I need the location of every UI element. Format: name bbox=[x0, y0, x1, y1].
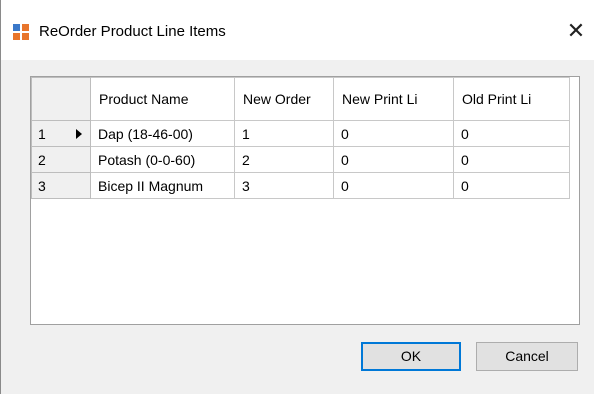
current-row-arrow-icon bbox=[76, 129, 82, 139]
table-row[interactable]: 2 Potash (0-0-60) 2 0 0 bbox=[31, 146, 570, 173]
cell-new-order[interactable]: 3 bbox=[234, 172, 334, 199]
column-header-product-name[interactable]: Product Name bbox=[90, 77, 235, 121]
app-icon bbox=[13, 24, 29, 40]
cell-new-order[interactable]: 1 bbox=[234, 120, 334, 147]
cell-new-print-line[interactable]: 0 bbox=[333, 120, 454, 147]
row-number: 1 bbox=[38, 125, 46, 142]
cell-old-print-line[interactable]: 0 bbox=[453, 120, 570, 147]
column-header-new-print-line[interactable]: New Print Li bbox=[333, 77, 454, 121]
row-header[interactable]: 2 bbox=[31, 146, 91, 173]
window-title: ReOrder Product Line Items bbox=[39, 23, 226, 40]
cancel-button[interactable]: Cancel bbox=[476, 342, 578, 371]
column-header-new-order[interactable]: New Order bbox=[234, 77, 334, 121]
row-header[interactable]: 1 bbox=[31, 120, 91, 147]
title-bar: ReOrder Product Line Items ✕ bbox=[1, 0, 594, 60]
reorder-dialog: ReOrder Product Line Items ✕ Product Nam… bbox=[0, 0, 594, 394]
corner-header[interactable] bbox=[31, 77, 91, 121]
close-icon[interactable]: ✕ bbox=[561, 16, 591, 46]
cell-product-name[interactable]: Potash (0-0-60) bbox=[90, 146, 235, 173]
table-row[interactable]: 3 Bicep II Magnum 3 0 0 bbox=[31, 172, 570, 199]
ok-button[interactable]: OK bbox=[361, 342, 461, 371]
header-row: Product Name New Order New Print Li Old … bbox=[31, 77, 570, 121]
dialog-body: Product Name New Order New Print Li Old … bbox=[1, 60, 594, 394]
column-header-old-print-line[interactable]: Old Print Li bbox=[453, 77, 570, 121]
cell-old-print-line[interactable]: 0 bbox=[453, 146, 570, 173]
table-row[interactable]: 1 Dap (18-46-00) 1 0 0 bbox=[31, 120, 570, 147]
cell-new-order[interactable]: 2 bbox=[234, 146, 334, 173]
cell-new-print-line[interactable]: 0 bbox=[333, 172, 454, 199]
cell-product-name[interactable]: Dap (18-46-00) bbox=[90, 120, 235, 147]
row-header[interactable]: 3 bbox=[31, 172, 91, 199]
cell-product-name[interactable]: Bicep II Magnum bbox=[90, 172, 235, 199]
row-number: 3 bbox=[38, 177, 46, 194]
line-items-table: Product Name New Order New Print Li Old … bbox=[31, 77, 570, 199]
cell-new-print-line[interactable]: 0 bbox=[333, 146, 454, 173]
line-items-grid[interactable]: Product Name New Order New Print Li Old … bbox=[30, 76, 580, 325]
row-number: 2 bbox=[38, 151, 46, 168]
cell-old-print-line[interactable]: 0 bbox=[453, 172, 570, 199]
